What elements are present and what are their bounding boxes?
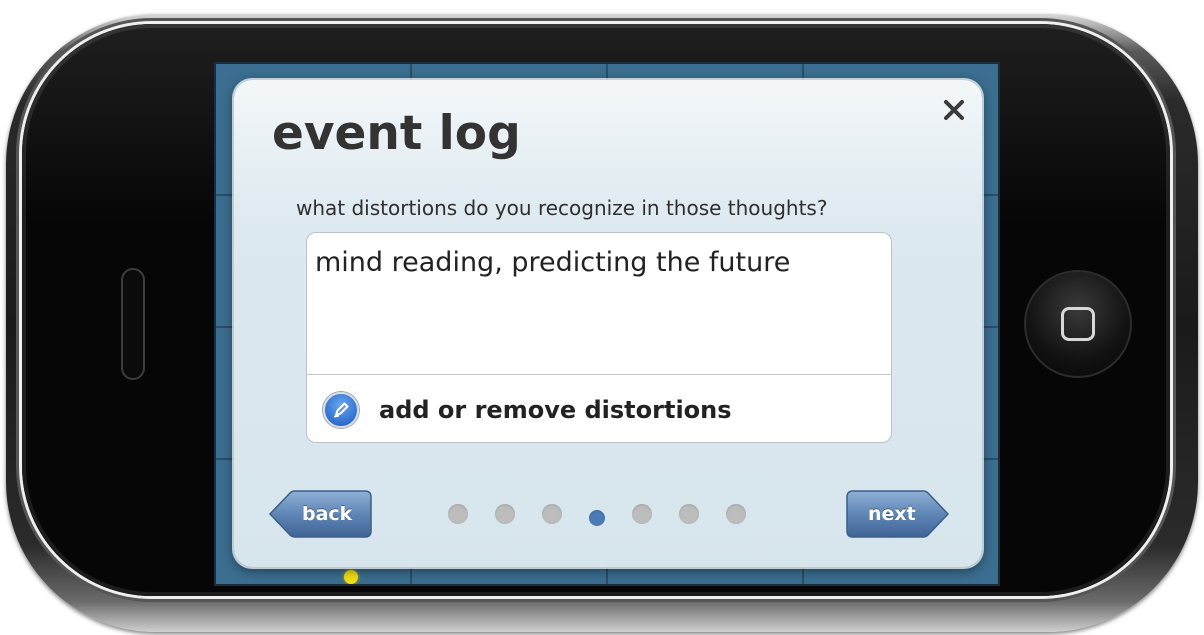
page-dot xyxy=(679,504,699,524)
background-marker xyxy=(344,570,358,584)
distortions-answer: mind reading, predicting the future xyxy=(315,247,791,278)
pencil-icon xyxy=(323,391,359,428)
question-prompt: what distortions do you recognize in tho… xyxy=(296,196,828,220)
close-icon xyxy=(944,100,964,120)
device-frame: event log what distortions do you recogn… xyxy=(0,0,1204,635)
page-indicator xyxy=(448,504,746,526)
edit-distortions-button[interactable]: add or remove distortions xyxy=(307,375,891,442)
page-dot xyxy=(542,504,562,524)
close-button[interactable] xyxy=(938,94,970,126)
dialog-title: event log xyxy=(272,106,521,161)
page-dot xyxy=(495,504,515,524)
back-label: back xyxy=(302,503,353,525)
home-button[interactable] xyxy=(1024,270,1132,378)
page-dot xyxy=(448,504,468,524)
page-dot-current xyxy=(589,510,605,526)
next-label: next xyxy=(868,503,916,525)
page-dot xyxy=(726,504,746,524)
earpiece-speaker xyxy=(121,268,145,380)
back-button[interactable]: back xyxy=(268,490,372,538)
event-log-dialog: event log what distortions do you recogn… xyxy=(234,80,982,567)
distortions-box: mind reading, predicting the future add … xyxy=(306,232,892,443)
home-square-icon xyxy=(1061,307,1095,341)
next-button[interactable]: next xyxy=(846,490,950,538)
edit-distortions-label: add or remove distortions xyxy=(379,395,732,424)
page-dot xyxy=(632,504,652,524)
